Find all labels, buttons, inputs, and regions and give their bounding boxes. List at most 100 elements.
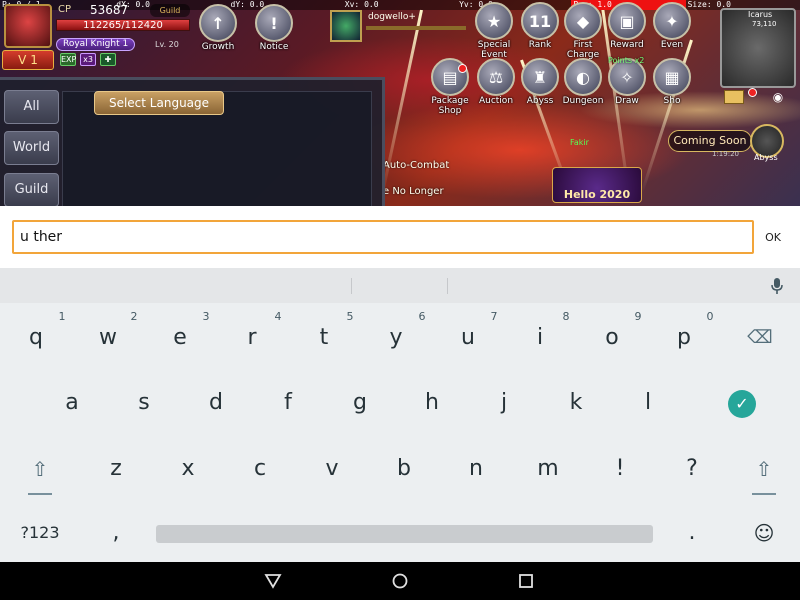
auction-button[interactable]: ⚖ Auction (474, 58, 518, 116)
period-key[interactable]: . (656, 503, 728, 563)
key-m[interactable]: m (512, 439, 584, 499)
key-d[interactable]: d (180, 373, 252, 433)
backspace-icon[interactable]: ⌫ (724, 308, 796, 368)
event-button[interactable]: ✦ Even (650, 2, 694, 60)
special-event-label: Special Event (477, 40, 511, 60)
eye-icon[interactable]: ◉ (766, 90, 790, 104)
key-s[interactable]: s (108, 373, 180, 433)
multiplier-icon[interactable]: x3 (80, 53, 96, 66)
notice-icon: ! (255, 4, 293, 42)
key-hint: 0 (706, 310, 714, 323)
coming-soon-button[interactable]: Coming Soon (668, 130, 752, 152)
status-message: e No Longer (383, 186, 444, 197)
key-n[interactable]: n (440, 439, 512, 499)
abyss-label: Abyss (526, 96, 554, 106)
key-z[interactable]: z (80, 439, 152, 499)
key-b[interactable]: b (368, 439, 440, 499)
shift-right-icon[interactable]: ⇧ (728, 439, 800, 499)
vip-level: 1 (30, 53, 38, 67)
key-f[interactable]: f (252, 373, 324, 433)
minimap-zone-name: Icarus (748, 10, 773, 19)
android-nav-bar (0, 562, 800, 600)
rank-button[interactable]: 11 Rank (518, 2, 562, 60)
notice-button[interactable]: ! Notice (252, 4, 296, 62)
hello-2020-banner[interactable]: Hello 2020 (552, 167, 642, 203)
key-hint: 4 (274, 310, 282, 323)
suggestion-divider (447, 278, 448, 294)
target-portrait[interactable] (330, 10, 362, 42)
key-l[interactable]: l (612, 373, 684, 433)
target-name: dogwello+ (368, 12, 416, 22)
growth-label: Growth (201, 42, 235, 52)
select-language-button[interactable]: Select Language (94, 91, 224, 115)
space-key[interactable] (156, 525, 653, 543)
ok-button[interactable]: OK (760, 220, 786, 254)
guild-chip[interactable]: Guild (150, 4, 190, 17)
minimap-coordinates: 73,110 (752, 20, 777, 28)
key-j[interactable]: j (468, 373, 540, 433)
key-v[interactable]: v (296, 439, 368, 499)
package-shop-notification-dot (458, 64, 467, 73)
key-a[interactable]: a (36, 373, 108, 433)
home-icon[interactable] (391, 572, 409, 590)
shop-icon: ▦ (653, 58, 691, 96)
growth-button[interactable]: ↑ Growth (196, 4, 240, 62)
first-charge-label: First Charge (566, 40, 600, 60)
dungeon-button[interactable]: ◐ Dungeon (561, 58, 605, 116)
enter-check-icon[interactable]: ✓ (728, 390, 756, 418)
soft-keyboard: q 1 w 2 e 3 r 4 t 5 y 6 u 7 i 8 o 9 p 0 a s d f g h j k l z x c v b n m!? ⌫ ✓… (0, 303, 800, 562)
chat-text-input[interactable] (12, 220, 754, 254)
abyss-event-timer: 1:19:20 (712, 150, 739, 158)
draw-button[interactable]: ✧ Draw (605, 58, 649, 116)
key-question[interactable]: ? (656, 439, 728, 499)
key-hint: 2 (130, 310, 138, 323)
suggestion-strip[interactable] (0, 268, 800, 303)
reward-label: Reward (610, 40, 644, 50)
key-k[interactable]: k (540, 373, 612, 433)
player-portrait[interactable] (4, 4, 52, 48)
game-view[interactable]: P: 0 / 1 dX: 0.0 dY: 0.0 Xv: 0.0 Yv: 0.0… (0, 0, 800, 206)
dungeon-label: Dungeon (562, 96, 604, 106)
level-label: Lv. 20 (155, 40, 179, 49)
shift-left-icon[interactable]: ⇧ (4, 439, 76, 499)
abyss-icon: ♜ (521, 58, 559, 96)
comma-key[interactable]: , (80, 503, 152, 563)
chat-tab-guild[interactable]: Guild (4, 173, 59, 206)
key-exclamation[interactable]: ! (584, 439, 656, 499)
key-x[interactable]: x (152, 439, 224, 499)
key-c[interactable]: c (224, 439, 296, 499)
shop-label: Sho (663, 96, 681, 106)
key-h[interactable]: h (396, 373, 468, 433)
key-hint: 9 (634, 310, 642, 323)
mail-icon[interactable] (724, 90, 744, 104)
shift-underline (752, 493, 776, 495)
key-hint: 6 (418, 310, 426, 323)
target-hp-bar (366, 26, 466, 30)
key-hint: 5 (346, 310, 354, 323)
chat-tab-world[interactable]: World (4, 131, 59, 165)
shop-button[interactable]: ▦ Sho (650, 58, 694, 116)
npc-name: Fakir (570, 138, 589, 147)
special-event-button[interactable]: ★ Special Event (472, 2, 516, 60)
reward-button[interactable]: ▣ Reward (605, 2, 649, 60)
abyss-button[interactable]: ♜ Abyss (518, 58, 562, 116)
cp-value: 53687 (90, 3, 129, 17)
notice-label: Notice (259, 42, 289, 52)
first-charge-button[interactable]: ◆ First Charge (561, 2, 605, 60)
rank-badge[interactable]: Royal Knight 1 (56, 38, 136, 51)
shield-icon[interactable]: ✚ (100, 53, 116, 66)
suggestion-divider (351, 278, 352, 294)
chat-tab-all[interactable]: All (4, 90, 59, 124)
key-g[interactable]: g (324, 373, 396, 433)
microphone-icon[interactable] (770, 278, 784, 294)
recents-icon[interactable] (517, 572, 535, 590)
symbols-key[interactable]: ?123 (4, 503, 76, 563)
draw-label: Draw (615, 96, 639, 106)
back-icon[interactable] (264, 572, 282, 590)
dungeon-icon: ◐ (564, 58, 602, 96)
growth-icon: ↑ (199, 4, 237, 42)
vip-badge[interactable]: V 1 (2, 50, 54, 70)
shift-underline (28, 493, 52, 495)
emoji-icon[interactable]: ☺ (728, 503, 800, 563)
exp-icon[interactable]: EXP (60, 53, 76, 66)
